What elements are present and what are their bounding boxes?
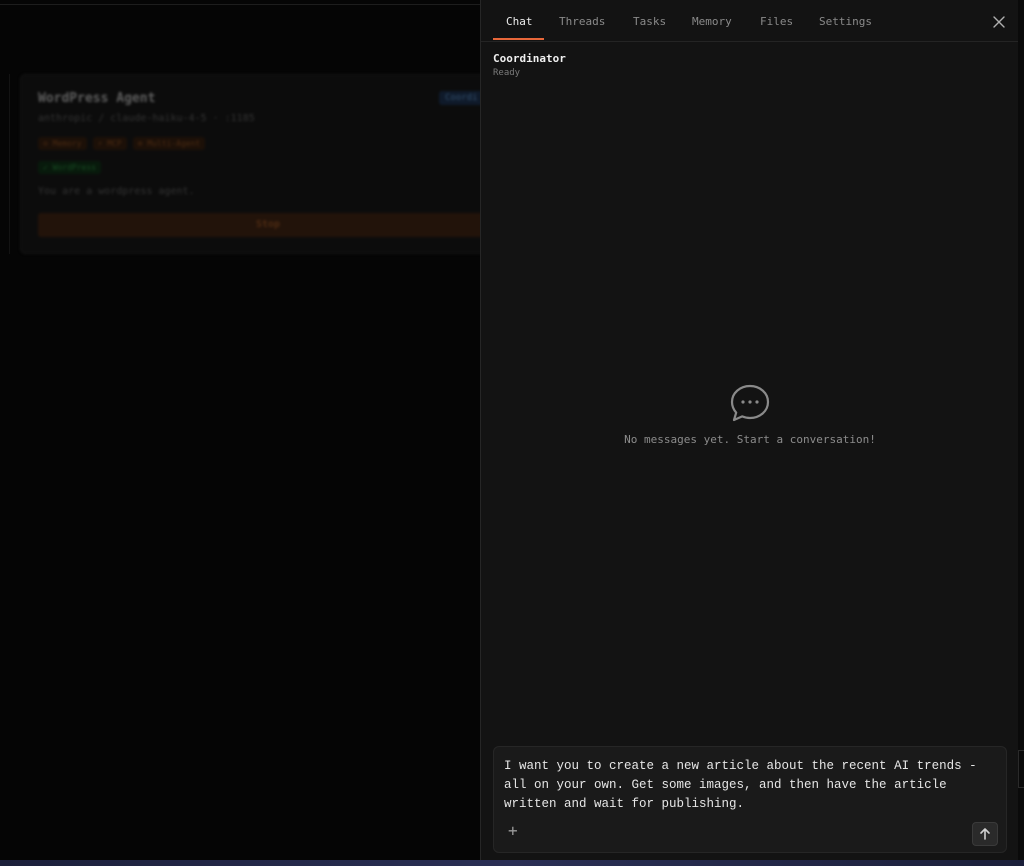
agent-card-title: WordPress Agent <box>38 91 156 106</box>
capability-chip-wordpress: ✓ WordPress <box>38 161 101 174</box>
tab-files[interactable]: Files <box>760 15 793 28</box>
tab-settings[interactable]: Settings <box>819 15 872 28</box>
agent-card-status-badge: Coordi <box>439 91 484 105</box>
close-icon[interactable] <box>991 14 1007 30</box>
empty-state-message: No messages yet. Start a conversation! <box>624 433 876 446</box>
send-button[interactable] <box>972 822 998 846</box>
message-composer[interactable]: I want you to create a new article about… <box>493 746 1007 853</box>
background-app: WordPress Agent anthropic / claude-haiku… <box>0 0 498 866</box>
tab-tasks[interactable]: Tasks <box>633 15 666 28</box>
agent-name: Coordinator <box>493 52 566 65</box>
capability-chip-multi-agent: ⊕ Multi-Agent <box>132 137 206 150</box>
agent-card-model: anthropic / claude-haiku-4-5 · :1185 <box>38 113 255 124</box>
window-edge <box>1018 0 1024 866</box>
active-tab-indicator <box>493 38 544 40</box>
message-input[interactable]: I want you to create a new article about… <box>504 757 984 814</box>
capability-chip-memory: ⊙ Memory <box>38 137 87 150</box>
agent-card: WordPress Agent anthropic / claude-haiku… <box>20 74 498 254</box>
tab-memory[interactable]: Memory <box>692 15 732 28</box>
capability-chip-mcp: ⚡ MCP <box>92 137 127 150</box>
window-edge-handle <box>1018 750 1024 788</box>
agent-status: Ready <box>493 68 521 78</box>
desktop-edge <box>0 860 1024 866</box>
chat-panel: Chat Threads Tasks Memory Files Settings… <box>480 0 1019 860</box>
tab-threads[interactable]: Threads <box>559 15 605 28</box>
arrow-up-icon <box>980 828 990 840</box>
agent-card-capabilities: ⊙ Memory ⚡ MCP ⊕ Multi-Agent <box>38 137 206 150</box>
stop-button: Stop <box>38 213 498 237</box>
chat-bubble-icon <box>730 384 770 422</box>
background-divider <box>9 74 10 254</box>
agent-card-description: You are a wordpress agent. <box>38 186 195 197</box>
plus-icon[interactable]: + <box>508 823 524 839</box>
panel-tabs: Chat Threads Tasks Memory Files Settings <box>481 0 1019 42</box>
tab-chat[interactable]: Chat <box>506 15 533 28</box>
